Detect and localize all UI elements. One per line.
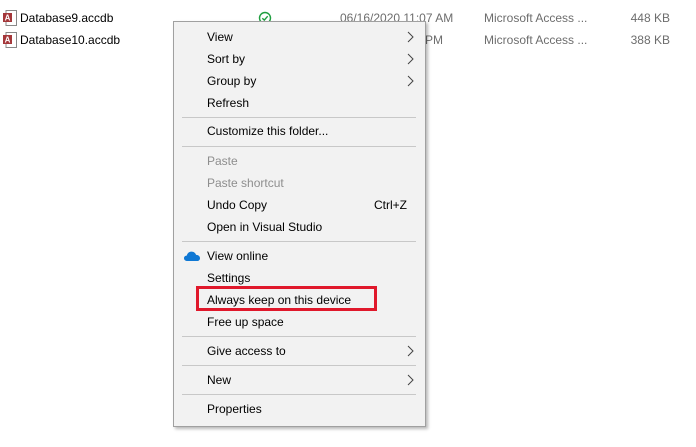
menu-separator: [182, 146, 416, 147]
onedrive-cloud-icon: [184, 251, 200, 261]
file-type: Microsoft Access ...: [484, 33, 588, 47]
menu-item-free-up-space[interactable]: Free up space: [174, 311, 425, 333]
file-size: 388 KB: [630, 33, 670, 47]
chevron-right-icon: [407, 75, 414, 87]
menu-item-view-online[interactable]: View online: [174, 245, 425, 267]
menu-item-view[interactable]: View: [174, 26, 425, 48]
menu-item-give-access-to[interactable]: Give access to: [174, 340, 425, 362]
file-name: Database10.accdb: [20, 33, 121, 47]
access-file-icon: A: [3, 32, 17, 48]
menu-item-paste[interactable]: Paste: [174, 150, 425, 172]
menu-item-open-visual-studio[interactable]: Open in Visual Studio: [174, 216, 425, 238]
menu-item-customize-folder[interactable]: Customize this folder...: [174, 120, 425, 142]
shortcut-label: Ctrl+Z: [374, 198, 407, 212]
file-type: Microsoft Access ...: [484, 11, 588, 25]
file-size: 448 KB: [630, 11, 670, 25]
menu-item-group-by[interactable]: Group by: [174, 70, 425, 92]
menu-item-refresh[interactable]: Refresh: [174, 92, 425, 114]
menu-separator: [182, 117, 416, 118]
chevron-right-icon: [407, 374, 414, 386]
menu-item-properties[interactable]: Properties: [174, 398, 425, 420]
annotation-highlight-box: [196, 286, 377, 311]
file-date: PM: [425, 33, 443, 47]
menu-separator: [182, 394, 416, 395]
menu-item-undo-copy[interactable]: Undo Copy Ctrl+Z: [174, 194, 425, 216]
menu-separator: [182, 365, 416, 366]
svg-text:A: A: [5, 36, 11, 45]
chevron-right-icon: [407, 53, 414, 65]
menu-separator: [182, 241, 416, 242]
menu-item-sort-by[interactable]: Sort by: [174, 48, 425, 70]
menu-item-paste-shortcut[interactable]: Paste shortcut: [174, 172, 425, 194]
svg-text:A: A: [5, 14, 11, 23]
context-menu: View Sort by Group by Refresh Customize …: [173, 21, 426, 427]
access-file-icon: A: [3, 10, 17, 26]
chevron-right-icon: [407, 31, 414, 43]
menu-item-new[interactable]: New: [174, 369, 425, 391]
chevron-right-icon: [407, 345, 414, 357]
file-name: Database9.accdb: [20, 11, 114, 25]
menu-separator: [182, 336, 416, 337]
